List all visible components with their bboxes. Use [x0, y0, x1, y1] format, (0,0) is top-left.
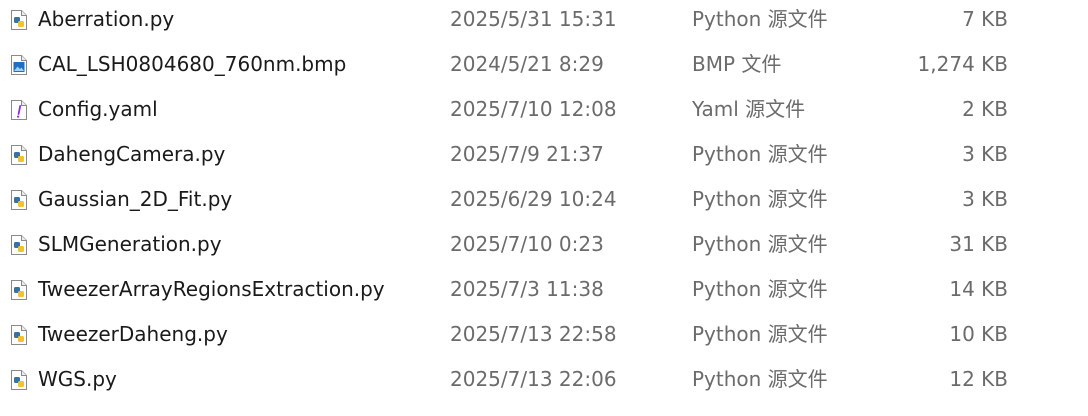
file-row-config-yaml[interactable]: Config.yaml 2025/7/10 12:08 Yaml 源文件 2 K… — [0, 87, 1088, 132]
file-type: Python 源文件 — [692, 277, 828, 301]
file-type: Yaml 源文件 — [692, 97, 806, 121]
file-row-slmgeneration[interactable]: SLMGeneration.py 2025/7/10 0:23 Python 源… — [0, 222, 1088, 267]
file-list: Aberration.py 2025/5/31 15:31 Python 源文件… — [0, 0, 1088, 402]
file-type: Python 源文件 — [692, 232, 828, 256]
file-name: Gaussian_2D_Fit.py — [38, 187, 233, 211]
python-file-icon — [10, 145, 28, 165]
file-name: Aberration.py — [38, 7, 175, 31]
file-date-modified: 2024/5/21 8:29 — [450, 52, 604, 76]
file-name: SLMGeneration.py — [38, 232, 222, 256]
file-date-modified: 2025/7/13 22:06 — [450, 367, 617, 391]
file-name: CAL_LSH0804680_760nm.bmp — [38, 52, 347, 76]
file-row-gaussian-2d-fit[interactable]: Gaussian_2D_Fit.py 2025/6/29 10:24 Pytho… — [0, 177, 1088, 222]
file-size: 31 KB — [949, 232, 1008, 256]
file-name: TweezerDaheng.py — [38, 322, 228, 346]
python-file-icon — [10, 235, 28, 255]
file-date-modified: 2025/7/10 0:23 — [450, 232, 604, 256]
file-date-modified: 2025/5/31 15:31 — [450, 7, 617, 31]
yaml-file-icon — [10, 100, 28, 120]
file-row-tweezerarrayregionsextraction[interactable]: TweezerArrayRegionsExtraction.py 2025/7/… — [0, 267, 1088, 312]
file-size: 7 KB — [962, 7, 1008, 31]
python-file-icon — [10, 190, 28, 210]
file-name: DahengCamera.py — [38, 142, 226, 166]
file-type: Python 源文件 — [692, 142, 828, 166]
file-size: 3 KB — [962, 187, 1008, 211]
file-date-modified: 2025/7/10 12:08 — [450, 97, 617, 121]
file-date-modified: 2025/7/3 11:38 — [450, 277, 604, 301]
file-type: Python 源文件 — [692, 367, 828, 391]
file-type: Python 源文件 — [692, 7, 828, 31]
python-file-icon — [10, 280, 28, 300]
file-name: Config.yaml — [38, 97, 158, 121]
file-size: 10 KB — [949, 322, 1008, 346]
python-file-icon — [10, 10, 28, 30]
file-size: 1,274 KB — [917, 52, 1008, 76]
file-size: 3 KB — [962, 142, 1008, 166]
file-row-dahengcamera[interactable]: DahengCamera.py 2025/7/9 21:37 Python 源文… — [0, 132, 1088, 177]
file-row-cal-bmp[interactable]: CAL_LSH0804680_760nm.bmp 2024/5/21 8:29 … — [0, 42, 1088, 87]
file-name: WGS.py — [38, 367, 117, 391]
file-row-wgs[interactable]: WGS.py 2025/7/13 22:06 Python 源文件 12 KB — [0, 357, 1088, 402]
file-size: 2 KB — [962, 97, 1008, 121]
file-type: Python 源文件 — [692, 187, 828, 211]
python-file-icon — [10, 325, 28, 345]
file-row-tweezerdaheng[interactable]: TweezerDaheng.py 2025/7/13 22:58 Python … — [0, 312, 1088, 357]
file-date-modified: 2025/7/13 22:58 — [450, 322, 617, 346]
file-date-modified: 2025/6/29 10:24 — [450, 187, 617, 211]
file-name: TweezerArrayRegionsExtraction.py — [38, 277, 385, 301]
image-file-icon — [10, 55, 28, 75]
file-size: 14 KB — [949, 277, 1008, 301]
python-file-icon — [10, 370, 28, 390]
file-date-modified: 2025/7/9 21:37 — [450, 142, 604, 166]
file-type: Python 源文件 — [692, 322, 828, 346]
file-row-aberration[interactable]: Aberration.py 2025/5/31 15:31 Python 源文件… — [0, 0, 1088, 42]
file-size: 12 KB — [949, 367, 1008, 391]
file-type: BMP 文件 — [692, 52, 782, 76]
